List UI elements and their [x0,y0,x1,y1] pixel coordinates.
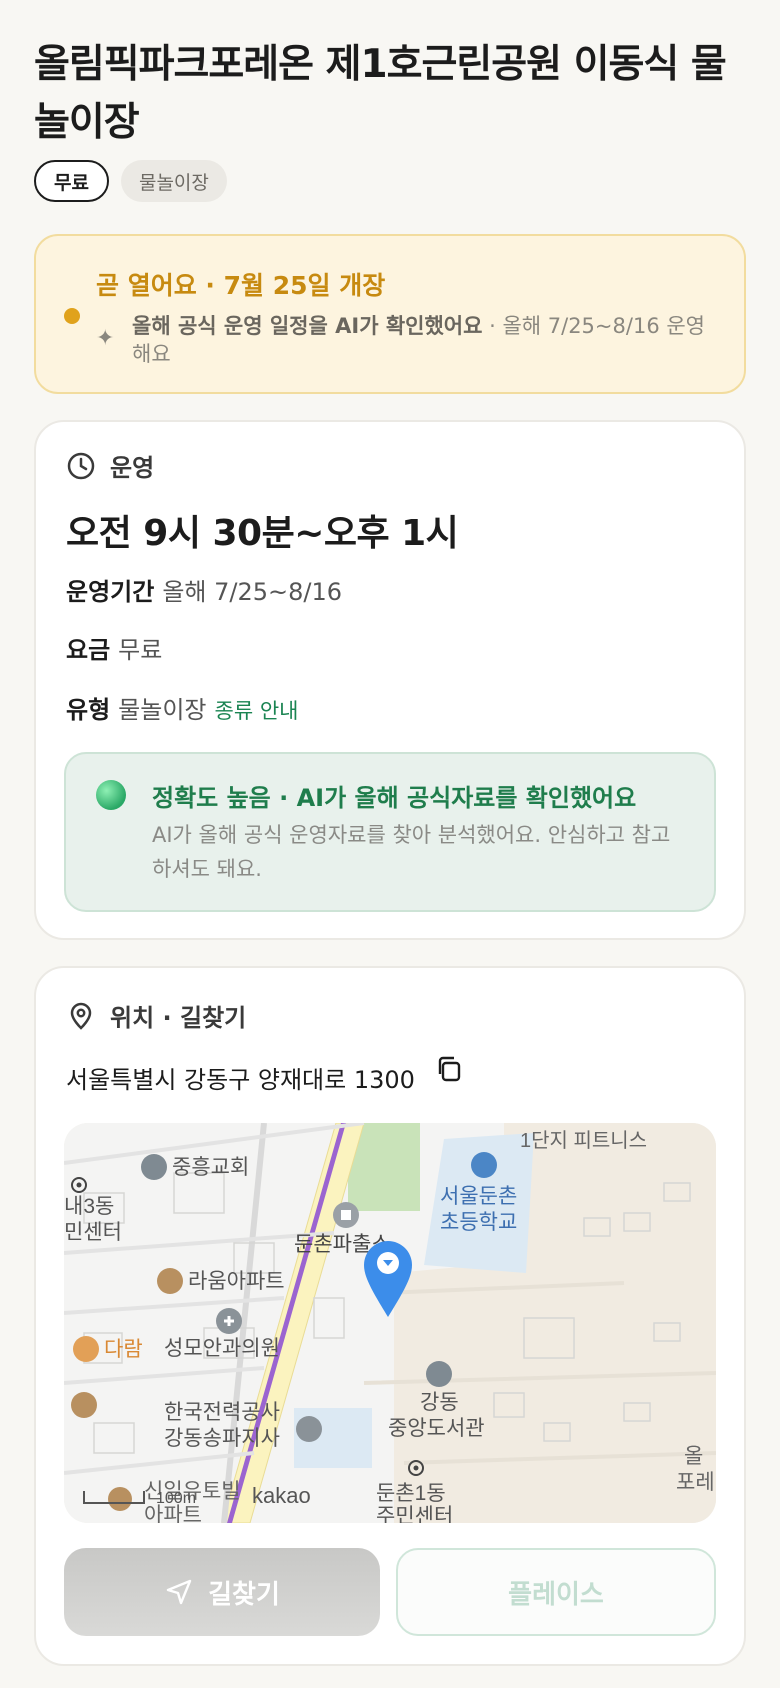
period-label: 운영기간 [66,578,155,606]
fee-row: 요금 무료 [66,630,162,665]
type-value: 물놀이장 [118,696,207,724]
map-label-apartment: 라움아파트 [188,1270,285,1293]
map-label-library-1: 강동 [420,1391,459,1414]
location-pin-icon [70,1002,92,1030]
map-label-clinic: 성모안과의원 [164,1337,280,1360]
map-label-school-2: 초등학교 [440,1211,517,1234]
tag-free: 무료 [34,160,109,202]
notice-description-bold: 올해 공식 운영 일정을 AI가 확인했어요 [132,314,483,338]
directions-button[interactable]: 길찾기 [64,1548,380,1636]
accuracy-box: 정확도 높음 · AI가 올해 공식자료를 확인했어요 AI가 올해 공식 운영… [64,752,716,912]
notice-title: 곧 열어요 · 7월 25일 개장 [96,271,386,300]
map-view[interactable]: 내3동 민센터 중흥교회 둔촌파출소 서울둔촌 초등학교 1단지 피트니스 라움… [64,1123,716,1523]
map-label-kepco-1: 한국전력공사 [164,1401,280,1424]
map-label-fitness: 1단지 피트니스 [520,1129,647,1152]
sparkle-icon: ✦ [96,326,115,351]
location-section-label: 위치 · 길찾기 [110,1004,247,1032]
navigation-arrow-icon [166,1579,192,1605]
map-label-right-1: 올 [684,1445,703,1468]
status-dot [64,308,80,324]
accuracy-description: AI가 올해 공식 운영자료를 찾아 분석했어요. 안심하고 참고하셔도 돼요. [152,823,671,881]
map-label-scale: 100m [156,1490,196,1507]
operation-card: 운영 오전 9시 30분~오후 1시 운영기간 올해 7/25~8/16 요금 무료… [34,420,746,940]
operation-header: 운영 [66,448,154,483]
period-value: 올해 7/25~8/16 [162,578,343,606]
address-text: 서울특별시 강동구 양재대로 1300 [66,1066,415,1094]
map-label-dong-center-2: 민센터 [64,1221,122,1244]
fee-value: 무료 [118,636,163,664]
map-label-church: 중흥교회 [172,1156,249,1179]
map-label-library-2: 중앙도서관 [388,1417,485,1440]
fee-label: 요금 [66,636,111,664]
operation-section-label: 운영 [110,454,155,482]
type-label: 유형 [66,696,111,724]
place-button[interactable]: 플레이스 [396,1548,716,1636]
page-title: 올림픽파크포레온 제1호근린공원 이동식 물놀이장 [34,42,727,145]
clock-icon [67,452,95,479]
map-label-dong-center-1: 내3동 [64,1195,114,1218]
map-label-cafe: 다람 [104,1338,143,1361]
type-guide-link[interactable]: 종류 안내 [215,699,299,723]
tag-list: 무료 물놀이장 [34,160,227,202]
map-label-right-2: 포레 [676,1471,715,1494]
operating-hours: 오전 9시 30분~오후 1시 [66,513,459,554]
map-label-school-1: 서울둔촌 [440,1185,517,1208]
map-label-center-1: 둔촌1동 [376,1482,446,1505]
opening-notice: 곧 열어요 · 7월 25일 개장 ✦ 올해 공식 운영 일정을 AI가 확인했… [34,234,746,394]
accuracy-orb-icon [96,780,126,810]
tag-category: 물놀이장 [120,160,227,202]
notice-description: 올해 공식 운영 일정을 AI가 확인했어요 · 올해 7/25~8/16 운영… [132,312,712,368]
location-header: 위치 · 길찾기 [66,998,246,1033]
accuracy-title: 정확도 높음 · AI가 올해 공식자료를 확인했어요 [152,784,637,812]
directions-button-label: 길찾기 [208,1579,280,1610]
period-row: 운영기간 올해 7/25~8/16 [66,572,342,607]
map-label-kepco-2: 강동송파지사 [164,1427,280,1450]
copy-icon[interactable] [434,1054,464,1084]
map-label-center-2: 주민센터 [376,1505,453,1523]
map-label-provider: kakao [252,1483,311,1508]
type-row: 유형 물놀이장 종류 안내 [66,690,298,725]
